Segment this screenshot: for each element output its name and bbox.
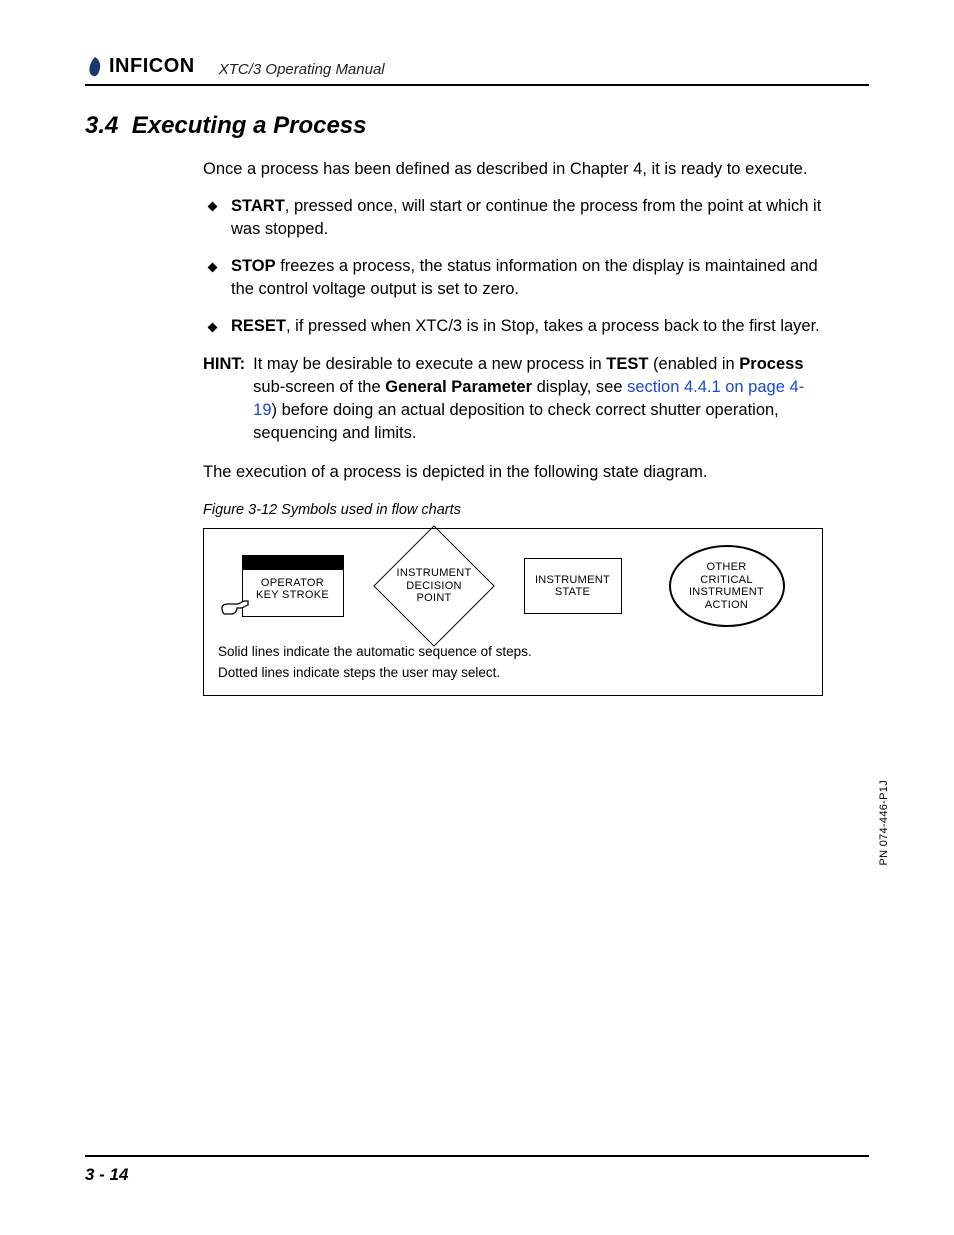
page-number: 3 - 14: [85, 1165, 128, 1185]
symbol-operator-keystroke: OPERATOR KEY STROKE: [242, 555, 344, 617]
symbol-row: OPERATOR KEY STROKE INSTRUMENT DECISION …: [218, 543, 808, 629]
figure-box: OPERATOR KEY STROKE INSTRUMENT DECISION …: [203, 528, 823, 696]
bullet-list: START, pressed once, will start or conti…: [203, 195, 823, 338]
brand-logo: INFICON: [85, 55, 195, 78]
list-item: STOP freezes a process, the status infor…: [203, 255, 823, 301]
inficon-logo-icon: [85, 56, 105, 78]
brand-name: INFICON: [109, 55, 195, 78]
symbol-critical-action: OTHER CRITICAL INSTRUMENT ACTION: [669, 545, 785, 627]
figure-note: Dotted lines indicate steps the user may…: [218, 664, 808, 683]
part-number-side: PN 074-446-P1J: [878, 780, 890, 866]
intro-paragraph: Once a process has been defined as descr…: [203, 158, 823, 181]
header-rule: [85, 84, 869, 86]
hint-block: HINT: It may be desirable to execute a n…: [203, 353, 823, 445]
hint-label: HINT:: [203, 353, 245, 445]
section-heading: 3.4 Executing a Process: [85, 112, 869, 140]
page-header: INFICON XTC/3 Operating Manual: [85, 55, 869, 78]
document-title: XTC/3 Operating Manual: [219, 61, 385, 78]
list-item: RESET, if pressed when XTC/3 is in Stop,…: [203, 315, 823, 338]
hand-pointer-icon: [221, 596, 249, 618]
list-item: START, pressed once, will start or conti…: [203, 195, 823, 241]
hint-body: It may be desirable to execute a new pro…: [253, 353, 823, 445]
symbol-instrument-state: INSTRUMENT STATE: [524, 558, 622, 614]
body-column: Once a process has been defined as descr…: [203, 158, 823, 696]
figure-note: Solid lines indicate the automatic seque…: [218, 643, 808, 662]
page: INFICON XTC/3 Operating Manual 3.4 Execu…: [0, 0, 954, 1235]
symbol-decision-point: INSTRUMENT DECISION POINT: [391, 543, 477, 629]
figure-caption: Figure 3-12 Symbols used in flow charts: [203, 500, 823, 520]
footer-rule: [85, 1155, 869, 1157]
closing-paragraph: The execution of a process is depicted i…: [203, 461, 823, 484]
